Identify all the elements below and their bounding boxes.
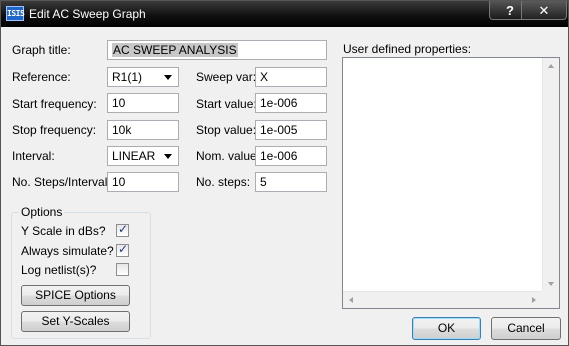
scroll-up-icon bbox=[548, 64, 554, 68]
user-defined-properties-label: User defined properties: bbox=[343, 42, 472, 56]
scroll-right-icon bbox=[532, 297, 536, 303]
vertical-scrollbar[interactable] bbox=[542, 58, 559, 292]
stop-value-label: Stop value: bbox=[196, 123, 257, 137]
spice-options-button[interactable]: SPICE Options bbox=[21, 285, 130, 306]
sweep-var-label: Sweep var: bbox=[196, 70, 257, 84]
interval-select[interactable]: LINEAR bbox=[107, 146, 179, 166]
check-icon: ✓ bbox=[118, 222, 129, 236]
nom-value-label: Nom. value: bbox=[196, 149, 261, 163]
edit-ac-sweep-graph-dialog: ISIS Edit AC Sweep Graph ? ✕ Graph title… bbox=[0, 0, 569, 346]
stop-frequency-label: Stop frequency: bbox=[12, 123, 97, 137]
nom-value-input[interactable]: 1e-006 bbox=[255, 146, 327, 166]
reference-select[interactable]: R1(1) bbox=[107, 67, 179, 87]
close-icon: ✕ bbox=[538, 3, 550, 18]
steps-per-interval-label: No. Steps/Interval: bbox=[12, 175, 111, 189]
reference-value: R1(1) bbox=[112, 70, 143, 84]
scroll-left-icon bbox=[349, 297, 353, 303]
user-defined-properties-textarea[interactable] bbox=[342, 57, 560, 309]
horizontal-scrollbar[interactable] bbox=[343, 291, 542, 308]
check-icon: ✓ bbox=[118, 242, 129, 256]
interval-label: Interval: bbox=[12, 149, 55, 163]
sweep-var-input[interactable]: X bbox=[255, 67, 327, 87]
window-title: Edit AC Sweep Graph bbox=[29, 7, 146, 21]
stop-frequency-input[interactable]: 10k bbox=[107, 120, 179, 140]
graph-title-input[interactable]: AC SWEEP ANALYSIS bbox=[107, 40, 327, 60]
start-frequency-input[interactable]: 10 bbox=[107, 93, 179, 113]
log-netlist-label: Log netlist(s)? bbox=[21, 263, 97, 277]
always-simulate-checkbox[interactable]: ✓ bbox=[116, 242, 129, 257]
start-frequency-label: Start frequency: bbox=[12, 97, 97, 111]
set-y-scales-button[interactable]: Set Y-Scales bbox=[21, 311, 130, 332]
options-group-title: Options bbox=[19, 205, 65, 219]
scroll-down-icon bbox=[548, 282, 554, 286]
start-value-label: Start value: bbox=[196, 97, 257, 111]
chevron-down-icon bbox=[164, 154, 172, 159]
steps-per-interval-input[interactable]: 10 bbox=[107, 172, 179, 192]
interval-value: LINEAR bbox=[112, 149, 156, 163]
ok-button[interactable]: OK bbox=[412, 317, 481, 340]
start-value-input[interactable]: 1e-006 bbox=[255, 93, 327, 113]
reference-label: Reference: bbox=[12, 70, 71, 84]
y-scale-db-label: Y Scale in dBs? bbox=[21, 224, 106, 238]
stop-value-input[interactable]: 1e-005 bbox=[255, 120, 327, 140]
graph-title-label: Graph title: bbox=[12, 43, 71, 57]
isis-app-icon: ISIS bbox=[6, 6, 25, 21]
title-bar[interactable]: ISIS Edit AC Sweep Graph ? ✕ bbox=[1, 1, 568, 27]
log-netlist-checkbox[interactable] bbox=[116, 263, 129, 276]
cancel-button[interactable]: Cancel bbox=[491, 317, 561, 340]
help-icon: ? bbox=[506, 3, 514, 18]
y-scale-db-checkbox[interactable]: ✓ bbox=[116, 222, 129, 237]
graph-title-value: AC SWEEP ANALYSIS bbox=[112, 43, 238, 57]
close-button[interactable]: ✕ bbox=[521, 1, 567, 20]
no-steps-input[interactable]: 5 bbox=[255, 172, 327, 192]
chevron-down-icon bbox=[164, 75, 172, 80]
no-steps-label: No. steps: bbox=[196, 175, 251, 189]
scrollbar-corner bbox=[542, 291, 559, 308]
always-simulate-label: Always simulate? bbox=[21, 244, 114, 258]
